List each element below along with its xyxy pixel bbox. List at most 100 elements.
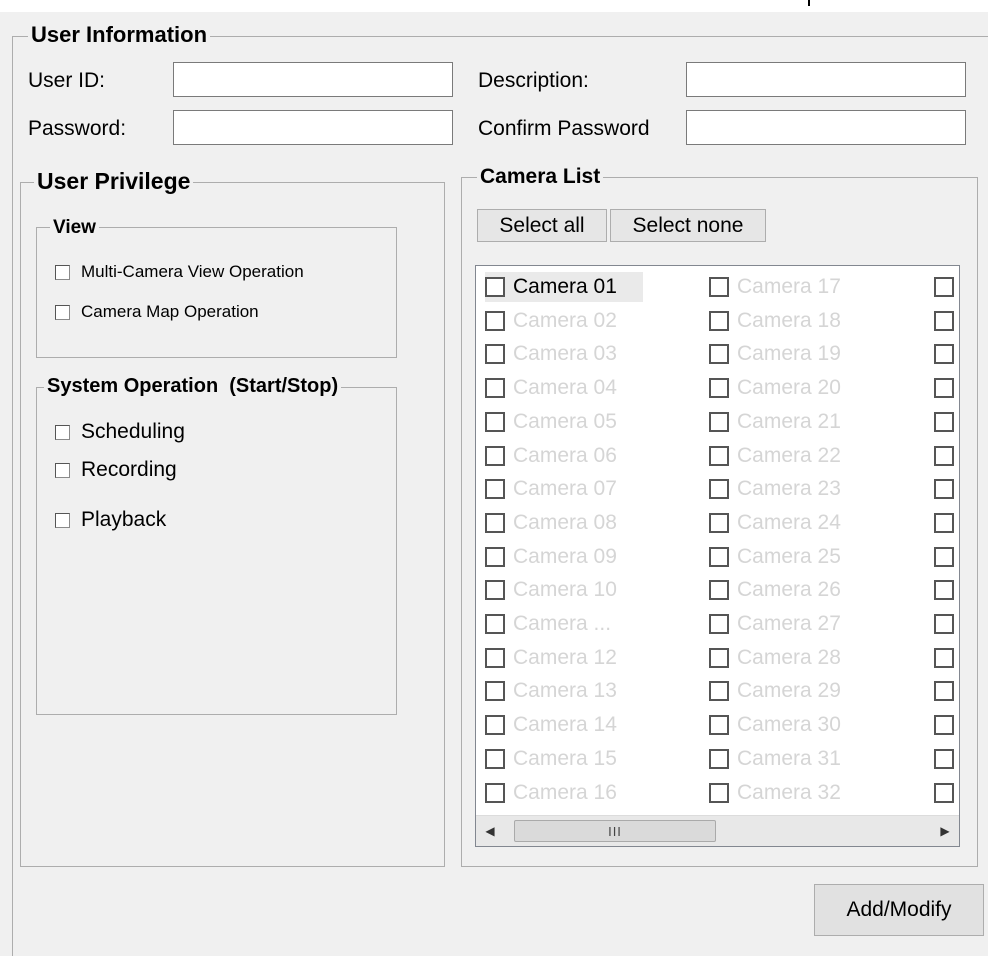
- camera-checkbox[interactable]: [709, 479, 729, 500]
- camera-checkbox[interactable]: [709, 614, 729, 634]
- camera-checkbox[interactable]: [934, 512, 954, 533]
- camera-checkbox[interactable]: [934, 647, 954, 668]
- camera-checkbox[interactable]: [709, 681, 729, 702]
- camera-list-item[interactable]: Camera 29: [709, 676, 869, 706]
- camera-checkbox[interactable]: [485, 277, 505, 297]
- camera-checkbox[interactable]: [485, 681, 505, 702]
- camera-checkbox[interactable]: [485, 378, 505, 399]
- camera-list-item[interactable]: Camera 20: [709, 373, 869, 403]
- camera-list-item[interactable]: Camera 21: [709, 407, 869, 437]
- camera-list-item[interactable]: Camera 25: [709, 542, 869, 572]
- camera-checkbox[interactable]: [709, 277, 729, 297]
- camera-checkbox[interactable]: [485, 344, 505, 365]
- camera-list-item[interactable]: Camera 31: [709, 744, 869, 774]
- camera-list-item[interactable]: [934, 441, 959, 471]
- camera-checkbox[interactable]: [485, 546, 505, 567]
- camera-checkbox[interactable]: [485, 479, 505, 500]
- camera-list-item[interactable]: Camera 02: [485, 306, 643, 336]
- password-field[interactable]: [173, 110, 453, 145]
- camera-list-item[interactable]: Camera 24: [709, 508, 869, 538]
- camera-checkbox[interactable]: [934, 614, 954, 634]
- camera-list-item[interactable]: Camera 07: [485, 474, 643, 504]
- camera-checkbox[interactable]: [709, 310, 729, 331]
- camera-checkbox[interactable]: [934, 715, 954, 736]
- scroll-left-arrow-icon[interactable]: ◀: [476, 816, 504, 846]
- camera-list-item[interactable]: Camera 04: [485, 373, 643, 403]
- select-all-button[interactable]: Select all: [477, 209, 607, 242]
- camera-checkbox[interactable]: [934, 445, 954, 466]
- camera-list-item[interactable]: Camera 18: [709, 306, 869, 336]
- camera-list-item[interactable]: Camera 06: [485, 441, 643, 471]
- camera-list-item[interactable]: [934, 643, 959, 673]
- playback-checkbox[interactable]: [55, 512, 70, 528]
- camera-checkbox[interactable]: [485, 445, 505, 466]
- select-none-button[interactable]: Select none: [610, 209, 766, 242]
- camera-checkbox[interactable]: [934, 479, 954, 500]
- camera-checkbox[interactable]: [709, 546, 729, 567]
- playback-option[interactable]: Playback: [55, 508, 166, 532]
- camera-checkbox[interactable]: [485, 614, 505, 634]
- camera-checkbox[interactable]: [485, 512, 505, 533]
- multi-camera-view-option[interactable]: Multi-Camera View Operation: [55, 262, 304, 282]
- camera-list-item[interactable]: Camera 05: [485, 407, 643, 437]
- camera-list-item[interactable]: Camera 23: [709, 474, 869, 504]
- camera-list-item[interactable]: [934, 542, 959, 572]
- camera-list-item[interactable]: [934, 609, 959, 639]
- camera-list-item[interactable]: [934, 508, 959, 538]
- camera-list-item[interactable]: Camera 26: [709, 575, 869, 605]
- camera-list-item[interactable]: [934, 676, 959, 706]
- camera-checkbox[interactable]: [934, 277, 954, 297]
- camera-checkbox[interactable]: [485, 715, 505, 736]
- camera-list-item[interactable]: Camera 32: [709, 778, 869, 808]
- camera-checkbox[interactable]: [934, 344, 954, 365]
- camera-list-item[interactable]: Camera 22: [709, 441, 869, 471]
- camera-list-item[interactable]: Camera 09: [485, 542, 643, 572]
- camera-map-checkbox[interactable]: [55, 304, 70, 320]
- scroll-right-arrow-icon[interactable]: ▶: [931, 816, 959, 846]
- recording-option[interactable]: Recording: [55, 458, 177, 482]
- camera-list-item[interactable]: [934, 474, 959, 504]
- camera-checkbox[interactable]: [485, 411, 505, 432]
- camera-list-item[interactable]: Camera 17: [709, 272, 869, 302]
- camera-list-item[interactable]: Camera 08: [485, 508, 643, 538]
- camera-checkbox[interactable]: [709, 748, 729, 769]
- camera-checkbox[interactable]: [485, 580, 505, 601]
- camera-checkbox[interactable]: [709, 445, 729, 466]
- scheduling-checkbox[interactable]: [55, 424, 70, 440]
- camera-checkbox[interactable]: [709, 411, 729, 432]
- camera-list-item[interactable]: Camera 19: [709, 339, 869, 369]
- camera-list-item[interactable]: [934, 306, 959, 336]
- camera-checkbox[interactable]: [485, 310, 505, 331]
- camera-list-item[interactable]: [934, 778, 959, 808]
- add-modify-button[interactable]: Add/Modify: [814, 884, 984, 936]
- camera-list-item[interactable]: [934, 575, 959, 605]
- scroll-thumb[interactable]: III: [514, 820, 716, 842]
- camera-checkbox[interactable]: [709, 715, 729, 736]
- camera-listbox[interactable]: Camera 01 Camera 02 Camera 03 Camera 04 Came…: [475, 265, 960, 847]
- camera-checkbox[interactable]: [485, 782, 505, 803]
- camera-list-item[interactable]: [934, 339, 959, 369]
- horizontal-scrollbar[interactable]: ◀ III ▶: [476, 815, 959, 846]
- camera-checkbox[interactable]: [934, 782, 954, 803]
- camera-list-item[interactable]: Camera 30: [709, 710, 869, 740]
- camera-list-item[interactable]: Camera 16: [485, 778, 643, 808]
- camera-checkbox[interactable]: [485, 647, 505, 668]
- camera-checkbox[interactable]: [934, 310, 954, 331]
- camera-map-option[interactable]: Camera Map Operation: [55, 302, 259, 322]
- scheduling-option[interactable]: Scheduling: [55, 420, 185, 444]
- camera-list-item[interactable]: Camera 10: [485, 575, 643, 605]
- confirm-password-field[interactable]: [686, 110, 966, 145]
- camera-list-item[interactable]: Camera 14: [485, 710, 643, 740]
- camera-checkbox[interactable]: [709, 344, 729, 365]
- camera-list-item[interactable]: Camera 13: [485, 676, 643, 706]
- camera-list-item[interactable]: Camera ...: [485, 609, 643, 639]
- camera-list-item[interactable]: [934, 272, 959, 302]
- camera-checkbox[interactable]: [709, 782, 729, 803]
- camera-checkbox[interactable]: [709, 647, 729, 668]
- description-field[interactable]: [686, 62, 966, 97]
- camera-checkbox[interactable]: [709, 378, 729, 399]
- camera-list-item[interactable]: [934, 373, 959, 403]
- camera-list-item[interactable]: Camera 12: [485, 643, 643, 673]
- camera-checkbox[interactable]: [709, 580, 729, 601]
- camera-list-item[interactable]: [934, 710, 959, 740]
